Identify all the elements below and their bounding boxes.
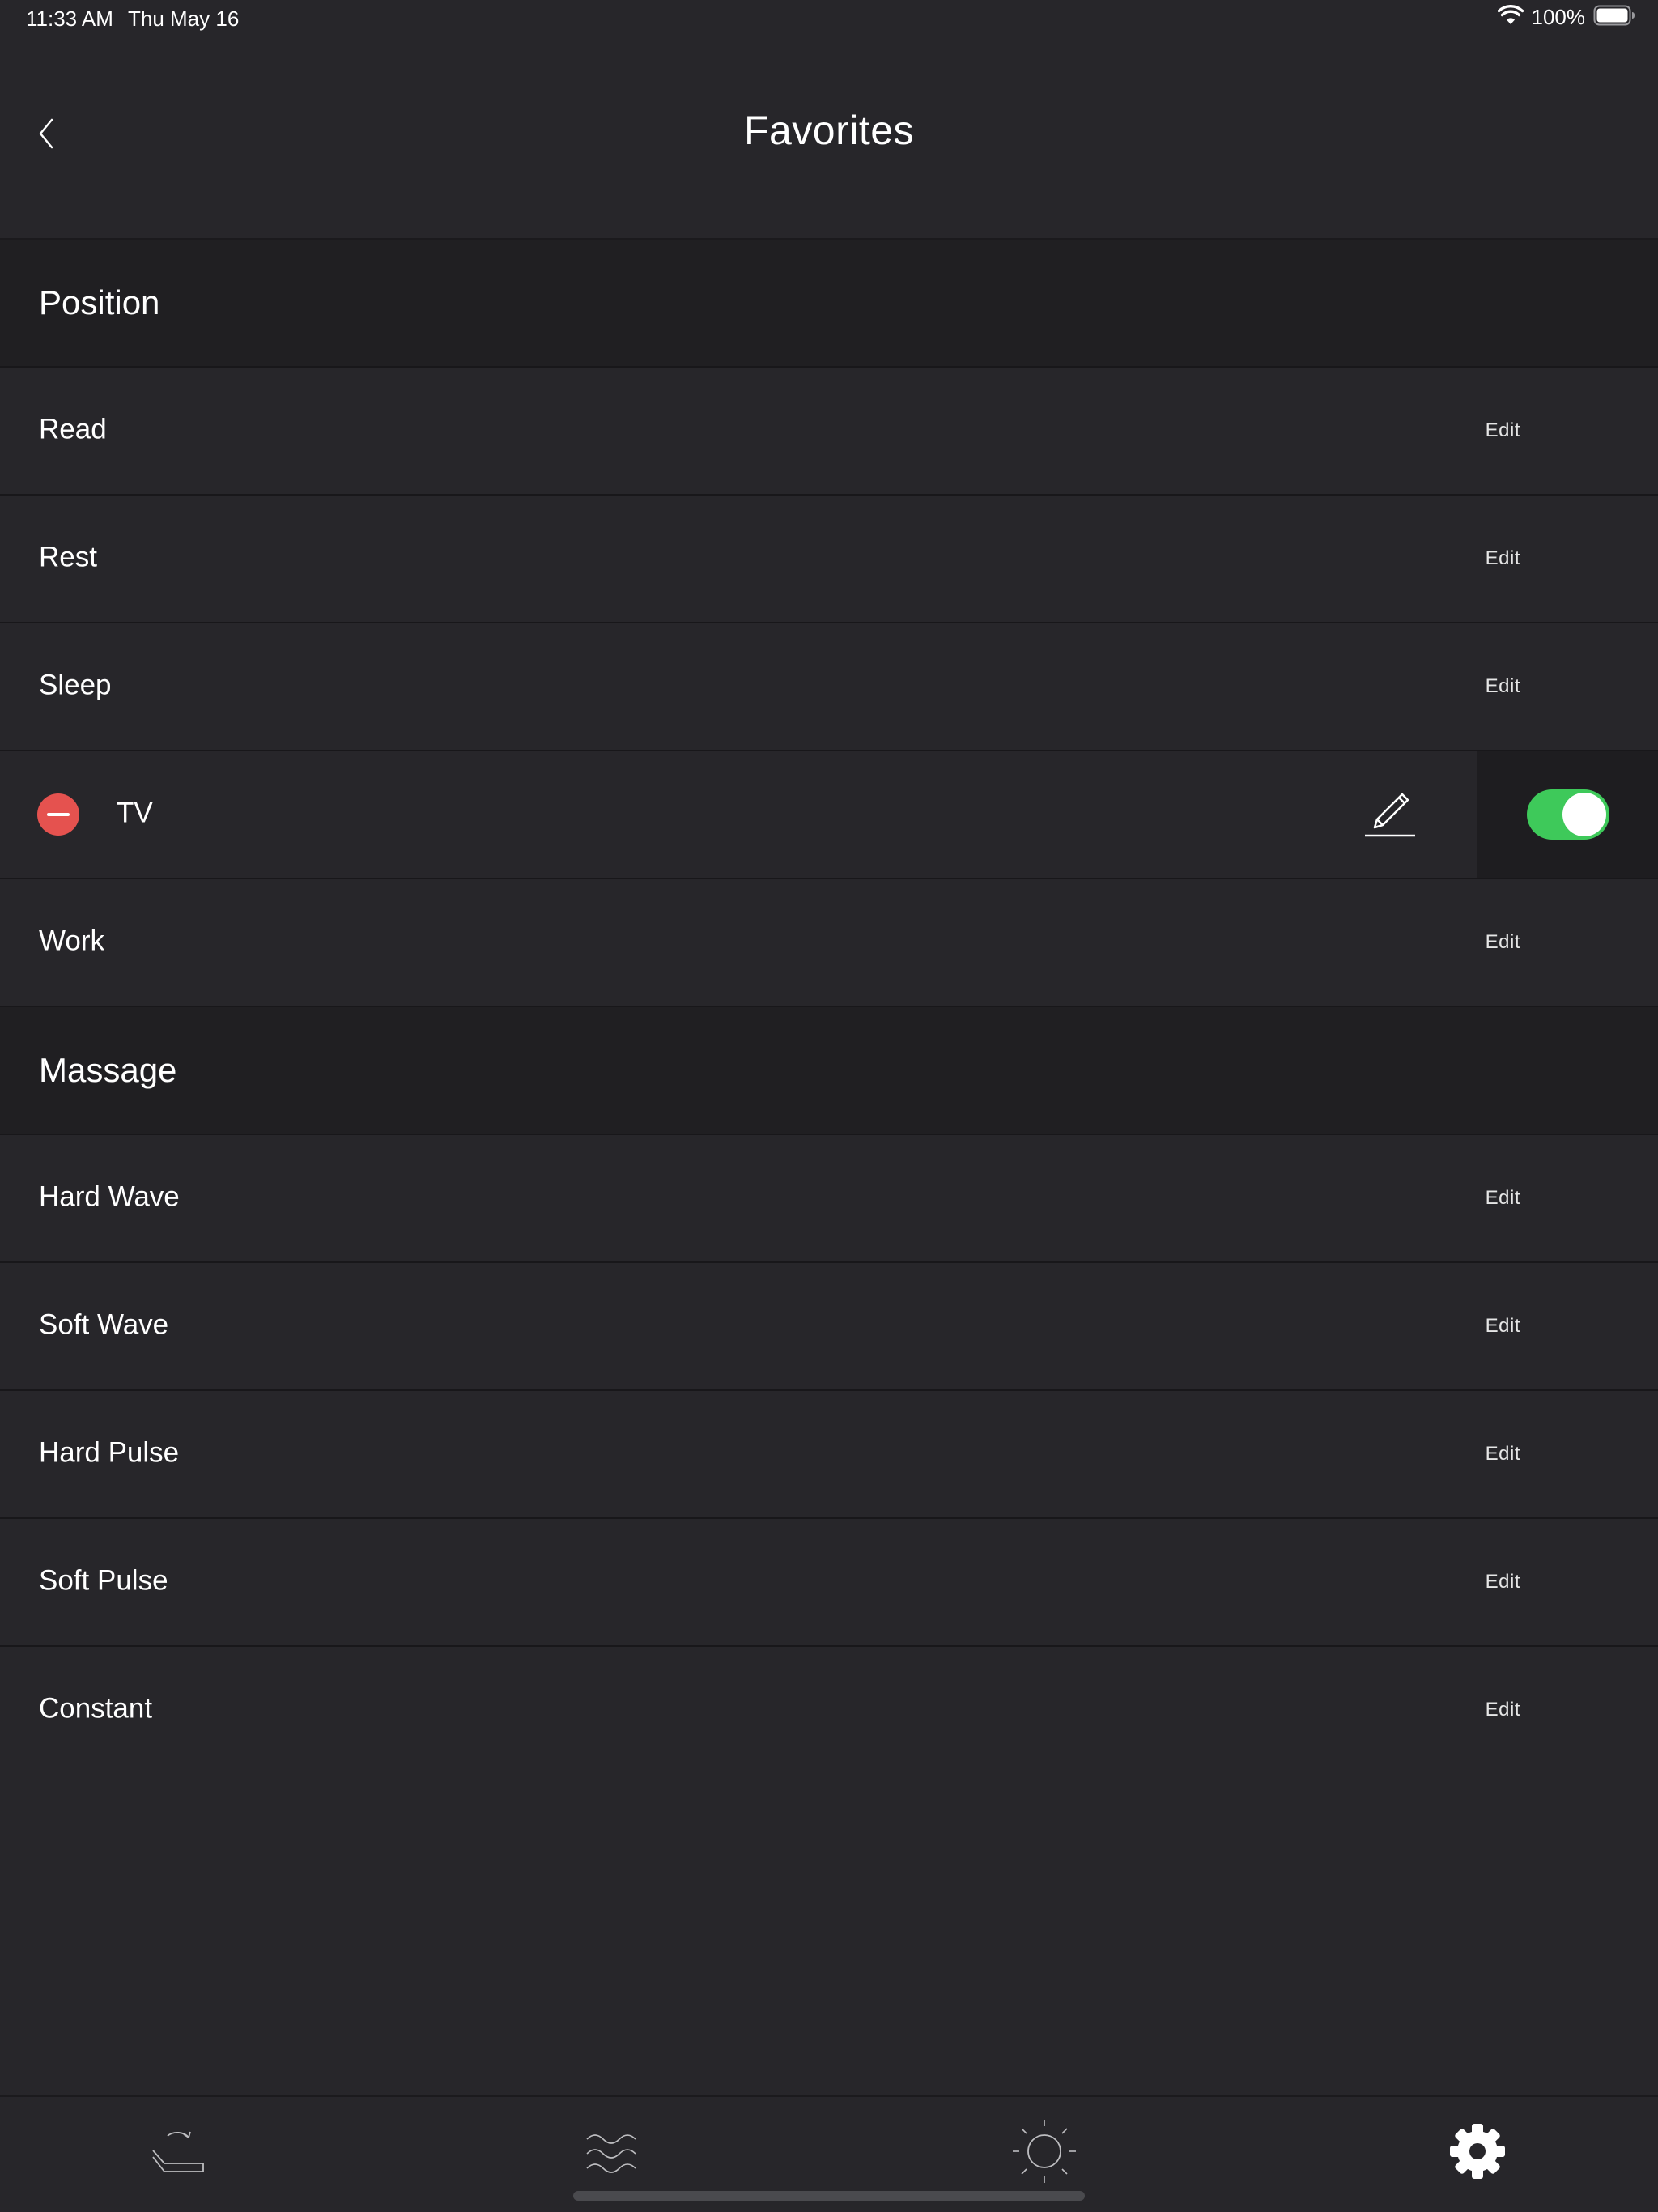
tab-massage[interactable] — [576, 2115, 649, 2188]
pencil-icon — [1365, 793, 1415, 837]
list-item-label: Hard Pulse — [39, 1436, 180, 1469]
toggle-area — [1477, 751, 1658, 878]
section-header-position: Position — [0, 240, 1658, 368]
light-sun-icon — [1013, 2120, 1076, 2183]
tab-settings[interactable] — [1441, 2115, 1514, 2188]
edit-button[interactable]: Edit — [1486, 1315, 1520, 1338]
list-item-label: Soft Pulse — [39, 1564, 168, 1597]
edit-button[interactable]: Edit — [1486, 1443, 1520, 1465]
list-item-label: Sleep — [39, 669, 112, 701]
edit-button[interactable]: Edit — [1486, 547, 1520, 570]
list-item-work[interactable]: Work Edit — [0, 879, 1658, 1007]
edit-button[interactable]: Edit — [1486, 1571, 1520, 1593]
list-item-label: Constant — [39, 1692, 153, 1725]
navigation-bar: Favorites — [0, 39, 1658, 240]
settings-gear-icon — [1450, 2124, 1505, 2179]
list-item-tv[interactable]: TV — [0, 751, 1658, 879]
list-item-hard-wave[interactable]: Hard Wave Edit — [0, 1135, 1658, 1263]
list-item-read[interactable]: Read Edit — [0, 368, 1658, 496]
list-item-label: Work — [39, 925, 105, 957]
toggle-knob — [1562, 793, 1606, 836]
section-header-massage: Massage — [0, 1007, 1658, 1135]
wifi-icon — [1497, 5, 1524, 30]
status-date: Thu May 16 — [128, 6, 240, 31]
list-item-rest[interactable]: Rest Edit — [0, 496, 1658, 623]
list-item-label: Read — [39, 413, 107, 445]
list-item-soft-pulse[interactable]: Soft Pulse Edit — [0, 1519, 1658, 1647]
page-title: Favorites — [743, 108, 915, 153]
list-item-label: TV — [117, 797, 153, 829]
edit-button[interactable]: Edit — [1486, 419, 1520, 442]
section-title: Position — [39, 283, 160, 321]
favorites-list: Position Read Edit Rest Edit Sleep Edit … — [0, 240, 1658, 1773]
favorites-screen: 11:33 AM Thu May 16 100% Favorites Posit… — [0, 0, 1658, 2212]
massage-waves-icon — [586, 2134, 636, 2173]
status-bar: 11:33 AM Thu May 16 100% — [0, 0, 1658, 39]
status-time: 11:33 AM — [26, 6, 113, 31]
home-indicator[interactable] — [573, 2191, 1085, 2201]
tab-position[interactable] — [144, 2115, 217, 2188]
edit-button[interactable]: Edit — [1486, 1699, 1520, 1721]
list-item-label: Rest — [39, 541, 97, 573]
edit-button[interactable]: Edit — [1486, 675, 1520, 698]
battery-icon — [1593, 5, 1635, 30]
rename-button[interactable] — [1362, 789, 1418, 840]
list-item-constant[interactable]: Constant Edit — [0, 1647, 1658, 1773]
list-item-label: Soft Wave — [39, 1308, 169, 1341]
edit-button[interactable]: Edit — [1486, 1187, 1520, 1210]
list-item-soft-wave[interactable]: Soft Wave Edit — [0, 1263, 1658, 1391]
tab-light[interactable] — [1008, 2115, 1081, 2188]
status-indicators: 100% — [1497, 5, 1636, 30]
bed-position-icon — [152, 2131, 204, 2172]
delete-minus-button[interactable] — [37, 793, 79, 836]
favorite-toggle[interactable] — [1527, 789, 1609, 840]
list-item-sleep[interactable]: Sleep Edit — [0, 623, 1658, 751]
battery-percent: 100% — [1531, 5, 1586, 29]
list-item-label: Hard Wave — [39, 1180, 180, 1213]
section-title: Massage — [39, 1051, 177, 1089]
edit-button[interactable]: Edit — [1486, 931, 1520, 954]
list-item-hard-pulse[interactable]: Hard Pulse Edit — [0, 1391, 1658, 1519]
